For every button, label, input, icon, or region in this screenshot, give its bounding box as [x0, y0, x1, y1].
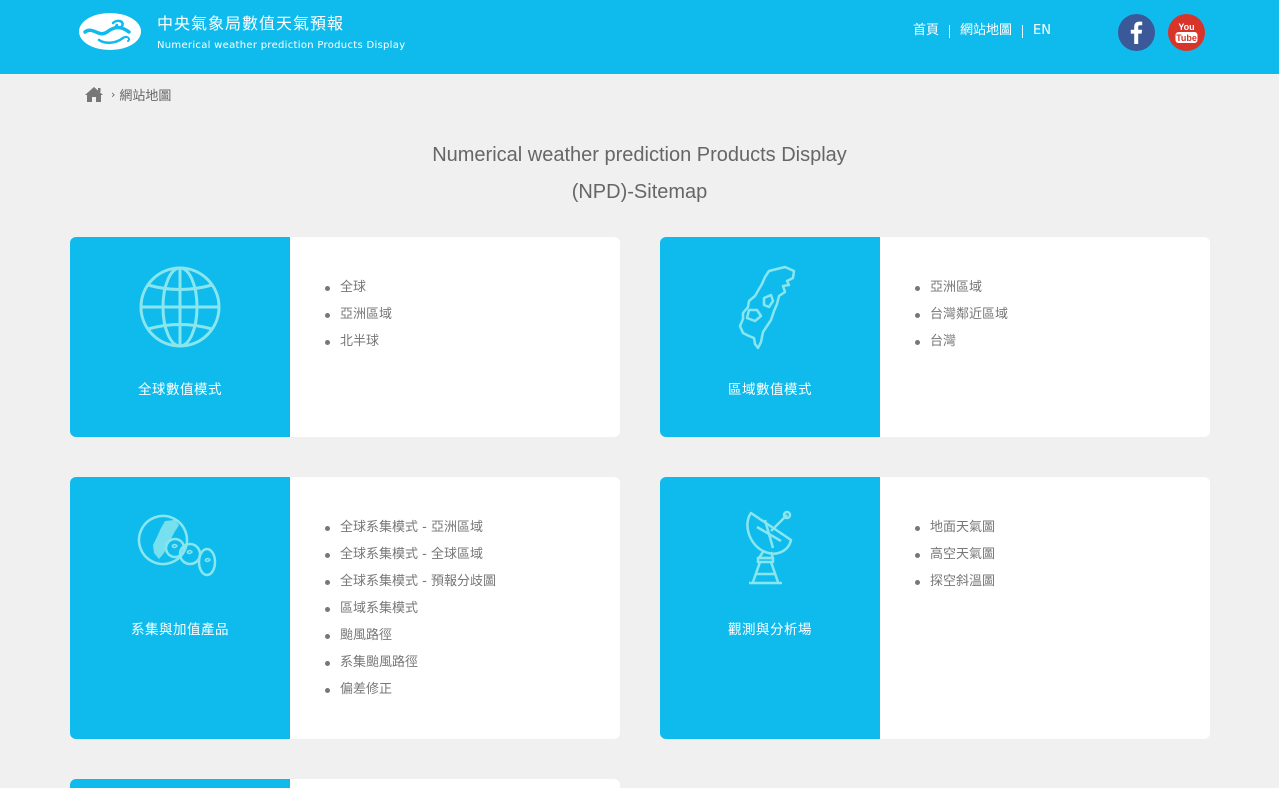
youtube-button[interactable]: You Tube — [1168, 14, 1205, 51]
card-label: 全球數值模式 — [138, 382, 222, 398]
card-label: 區域數值模式 — [728, 382, 812, 398]
nav-english-link[interactable]: EN — [1033, 22, 1051, 40]
list-item[interactable]: 全球系集模式 - 預報分歧圖 — [325, 568, 496, 595]
list-item[interactable]: 高空天氣圖 — [914, 541, 995, 568]
card-ensemble-products: 系集與加值產品 全球系集模式 - 亞洲區域 全球系集模式 - 全球區域 全球系集… — [70, 477, 620, 739]
card-link-list: 全球系集模式 - 亞洲區域 全球系集模式 - 全球區域 全球系集模式 - 預報分… — [325, 514, 496, 703]
site-subtitle: Numerical weather prediction Products Di… — [157, 40, 406, 51]
page-title-line-1: Numerical weather prediction Products Di… — [432, 144, 847, 166]
card-link-list: 地面天氣圖 高空天氣圖 探空斜溫圖 — [914, 514, 995, 595]
list-item[interactable]: 區域系集模式 — [325, 595, 496, 622]
list-item[interactable]: 系集颱風路徑 — [325, 649, 496, 676]
card-regional-model-header[interactable]: 區域數值模式 — [660, 237, 880, 437]
top-navigation: 首頁 網站地圖 EN — [913, 21, 1051, 41]
ensemble-icon — [137, 514, 217, 577]
list-item[interactable]: 全球系集模式 - 亞洲區域 — [325, 514, 496, 541]
nav-home-link[interactable]: 首頁 — [913, 22, 939, 40]
facebook-icon — [1130, 21, 1143, 44]
home-icon[interactable] — [84, 86, 104, 103]
list-item[interactable]: 全球系集模式 - 全球區域 — [325, 541, 496, 568]
card-global-model-header[interactable]: 全球數值模式 — [70, 237, 290, 437]
card-observation-analysis: 觀測與分析場 地面天氣圖 高空天氣圖 探空斜溫圖 — [660, 477, 1210, 739]
list-item[interactable]: 全球 — [324, 274, 392, 301]
list-item[interactable]: 北半球 — [324, 328, 392, 355]
satellite-dish-icon — [746, 510, 793, 585]
taiwan-map-icon — [738, 265, 796, 350]
breadcrumb: › 網站地圖 — [84, 84, 171, 104]
card-partial — [70, 779, 620, 788]
card-partial-header[interactable] — [70, 779, 290, 788]
list-item[interactable]: 偏差修正 — [325, 676, 496, 703]
youtube-icon: You Tube — [1175, 22, 1198, 43]
svg-text:You: You — [1178, 22, 1194, 32]
nav-divider — [1022, 24, 1024, 38]
svg-text:Tube: Tube — [1176, 33, 1197, 43]
card-observation-analysis-header[interactable]: 觀測與分析場 — [660, 477, 880, 739]
page-title: Numerical weather prediction Products Di… — [0, 137, 1279, 211]
list-item[interactable]: 亞洲區域 — [324, 301, 392, 328]
list-item[interactable]: 探空斜溫圖 — [914, 568, 995, 595]
breadcrumb-current: 網站地圖 — [119, 88, 172, 104]
card-label: 系集與加值產品 — [131, 622, 229, 638]
nav-sitemap-link[interactable]: 網站地圖 — [960, 22, 1012, 40]
list-item[interactable]: 亞洲區域 — [914, 274, 1008, 301]
card-regional-model: 區域數值模式 亞洲區域 台灣鄰近區域 台灣 — [660, 237, 1210, 437]
card-ensemble-products-header[interactable]: 系集與加值產品 — [70, 477, 290, 739]
cwb-logo-icon[interactable] — [79, 13, 141, 50]
list-item[interactable]: 台灣 — [914, 328, 1008, 355]
breadcrumb-separator: › — [111, 87, 116, 101]
card-global-model: 全球數值模式 全球 亞洲區域 北半球 — [70, 237, 620, 437]
site-title[interactable]: 中央氣象局數值天氣預報 — [157, 14, 344, 34]
list-item[interactable]: 台灣鄰近區域 — [914, 301, 1008, 328]
site-header: 中央氣象局數值天氣預報 Numerical weather prediction… — [0, 0, 1279, 74]
globe-icon — [139, 266, 221, 348]
nav-divider — [949, 24, 951, 38]
page-title-line-2: (NPD)-Sitemap — [571, 181, 708, 203]
card-label: 觀測與分析場 — [728, 622, 812, 638]
list-item[interactable]: 颱風路徑 — [325, 622, 496, 649]
card-link-list: 全球 亞洲區域 北半球 — [324, 274, 392, 355]
card-link-list: 亞洲區域 台灣鄰近區域 台灣 — [914, 274, 1008, 355]
facebook-button[interactable] — [1118, 14, 1155, 51]
list-item[interactable]: 地面天氣圖 — [914, 514, 995, 541]
